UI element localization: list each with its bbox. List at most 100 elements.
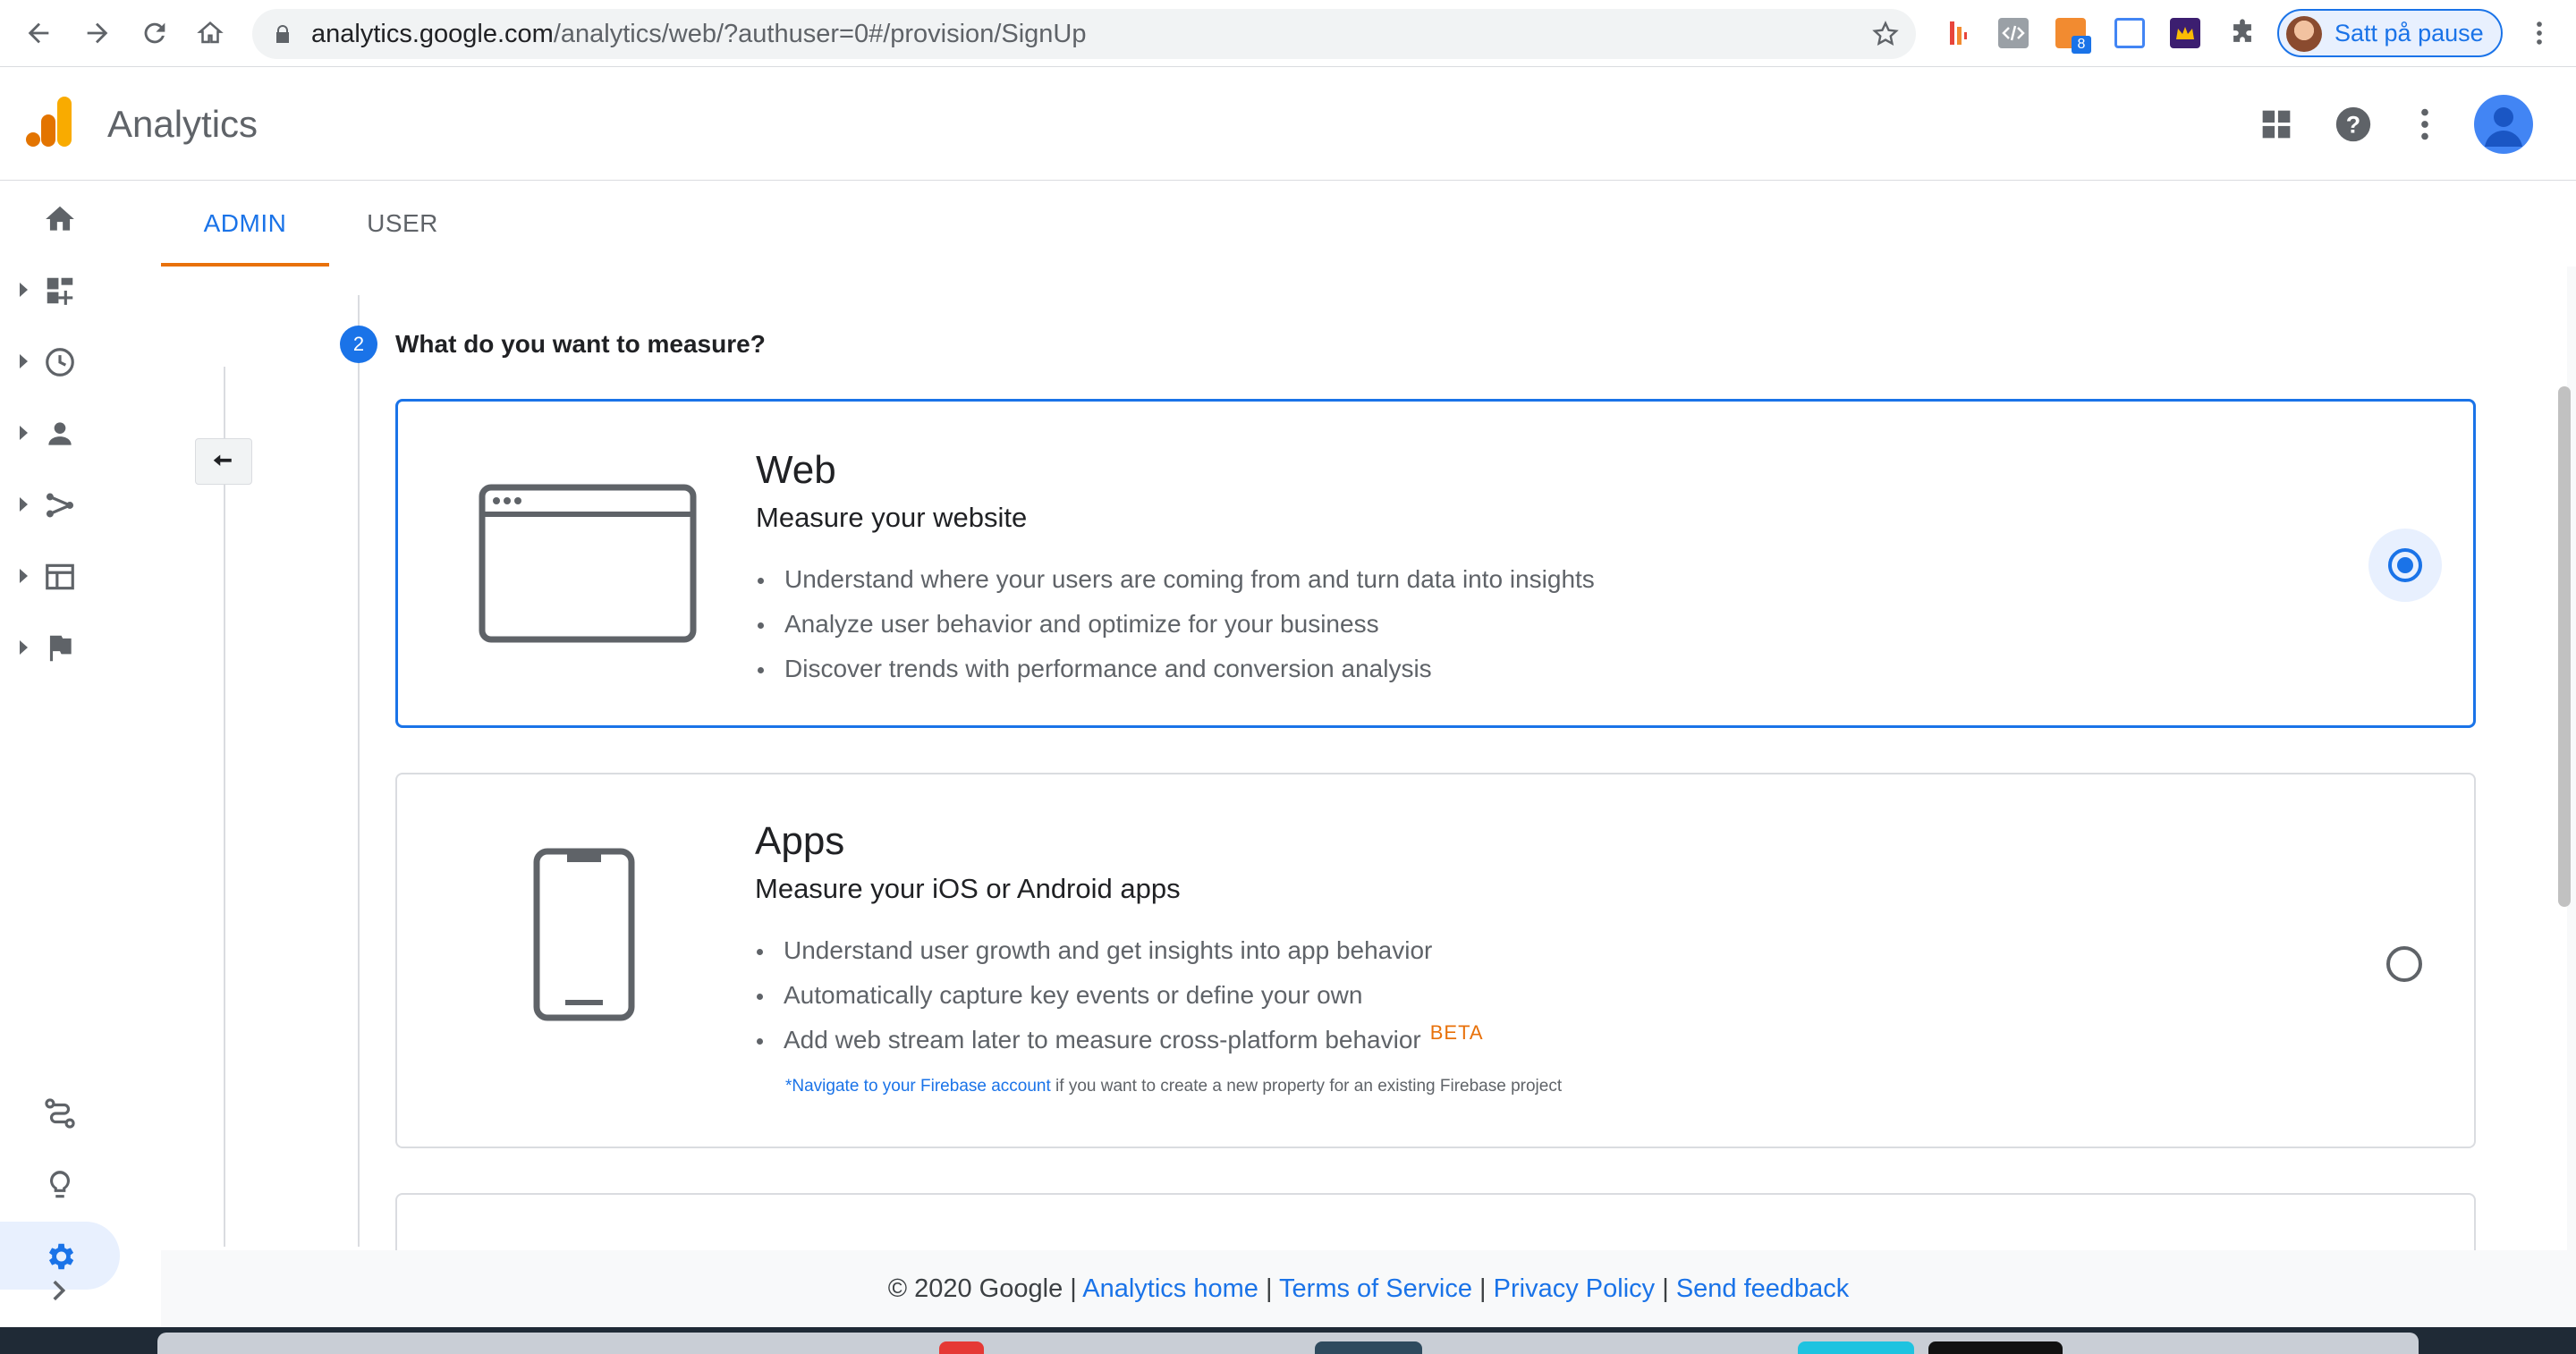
nav-realtime[interactable] [0, 327, 120, 395]
list-item: Analyze user behavior and optimize for y… [756, 602, 1595, 647]
nav-behavior[interactable] [0, 542, 120, 610]
help-icon[interactable]: ? [2333, 104, 2374, 145]
tab-admin[interactable]: ADMIN [161, 181, 329, 267]
apps-card-title: Apps [755, 819, 845, 863]
privacy-policy-link[interactable]: Privacy Policy [1494, 1274, 1656, 1303]
clock-icon [46, 348, 74, 377]
extension-red-icon[interactable] [1943, 18, 1973, 48]
nav-discover[interactable] [0, 1150, 120, 1218]
flag-icon [49, 635, 72, 662]
dock-app-icon[interactable] [1798, 1341, 1914, 1354]
profile-button[interactable]: Satt på pause [2277, 9, 2503, 57]
lightbulb-icon [50, 1171, 70, 1198]
acquisition-icon [46, 493, 74, 518]
extension-badge: 8 [2072, 36, 2091, 54]
web-benefits-list: Understand where your users are coming f… [756, 557, 1595, 691]
back-arrow-icon[interactable] [18, 13, 59, 54]
dock-app-icon[interactable] [939, 1341, 984, 1354]
attribution-icon [45, 1098, 75, 1129]
expand-caret-icon [20, 640, 28, 655]
step-number: 2 [340, 326, 377, 363]
nav-home[interactable] [0, 184, 120, 252]
home-page-icon[interactable] [190, 13, 231, 54]
web-option-card[interactable]: Web Measure your website Understand wher… [395, 399, 2476, 728]
extension-code-icon[interactable] [1998, 18, 2029, 48]
apps-radio-button[interactable] [2386, 946, 2422, 982]
footer: © 2020 Google | Analytics home | Terms o… [161, 1250, 2576, 1327]
expand-caret-icon [20, 283, 28, 297]
macos-dock [157, 1333, 2419, 1354]
extension-crown-icon[interactable] [2170, 18, 2200, 48]
person-icon [48, 422, 72, 445]
reload-icon[interactable] [134, 13, 175, 54]
dashboard-icon [47, 277, 73, 305]
back-button[interactable] [195, 438, 252, 485]
list-item-text: Add web stream later to measure cross-pl… [784, 1026, 1421, 1054]
smartphone-icon [533, 848, 635, 1021]
web-card-title: Web [756, 448, 836, 492]
send-feedback-link[interactable]: Send feedback [1676, 1274, 1849, 1303]
nav-conversions[interactable] [0, 614, 120, 681]
bookmark-star-icon[interactable] [1871, 20, 1900, 48]
beta-badge: BETA [1429, 1021, 1484, 1044]
apps-option-card[interactable]: Apps Measure your iOS or Android apps Un… [395, 773, 2476, 1148]
scrollbar-thumb[interactable] [2558, 386, 2571, 907]
dock-app-icon[interactable] [1315, 1341, 1422, 1354]
footer-copyright: © 2020 Google [887, 1274, 1063, 1303]
left-navigation [0, 181, 161, 1327]
expand-caret-icon [20, 426, 28, 440]
apps-grid-icon[interactable] [2256, 104, 2297, 145]
list-item: Automatically capture key events or defi… [755, 973, 1484, 1018]
browser-window-icon [479, 484, 697, 643]
tab-user[interactable]: USER [329, 181, 476, 267]
return-arrow-icon [213, 454, 232, 466]
nav-audience[interactable] [0, 399, 120, 467]
list-item: Add web stream later to measure cross-pl… [755, 1018, 1484, 1062]
gear-icon [48, 1243, 74, 1270]
behavior-icon [46, 563, 74, 590]
profile-label: Satt på pause [2334, 20, 2484, 47]
svg-text:?: ? [2346, 112, 2360, 139]
expand-caret-icon [20, 497, 28, 512]
url-text: analytics.google.com/analytics/web/?auth… [311, 20, 1087, 48]
nav-acquisition[interactable] [0, 470, 120, 538]
list-item: Understand user growth and get insights … [755, 928, 1484, 973]
browser-toolbar: analytics.google.com/analytics/web/?auth… [0, 0, 2576, 67]
apps-benefits-list: Understand user growth and get insights … [755, 928, 1484, 1062]
forward-arrow-icon[interactable] [77, 13, 118, 54]
home-icon [46, 206, 74, 231]
web-radio-button[interactable] [2368, 529, 2442, 602]
puzzle-extensions-icon[interactable] [2227, 18, 2258, 48]
firebase-note: *Navigate to your Firebase account if yo… [785, 1077, 1562, 1096]
radio-selected-icon [2388, 548, 2422, 582]
app-title: Analytics [107, 103, 258, 145]
lock-icon [276, 25, 289, 43]
admin-user-tabs: ADMIN USER [161, 181, 2576, 267]
step-title: What do you want to measure? [395, 330, 766, 358]
app-header: Analytics ? [0, 68, 2576, 181]
analytics-logo-icon[interactable] [25, 95, 75, 148]
account-avatar[interactable] [2474, 95, 2533, 154]
divider-line [224, 367, 225, 1247]
list-item: Understand where your users are coming f… [756, 557, 1595, 602]
analytics-home-link[interactable]: Analytics home [1082, 1274, 1258, 1303]
firebase-note-text: if you want to create a new property for… [1050, 1077, 1563, 1096]
address-bar[interactable]: analytics.google.com/analytics/web/?auth… [252, 9, 1916, 59]
more-vert-icon[interactable] [2404, 104, 2445, 145]
chrome-menu-icon[interactable] [2524, 18, 2555, 48]
terms-of-service-link[interactable]: Terms of Service [1279, 1274, 1472, 1303]
dock-app-icon[interactable] [1928, 1341, 2063, 1354]
extension-blue-icon[interactable] [2114, 18, 2145, 48]
expand-caret-icon [20, 569, 28, 583]
nav-customization[interactable] [0, 256, 120, 324]
apps-card-subtitle: Measure your iOS or Android apps [755, 873, 1181, 904]
expand-caret-icon [20, 354, 28, 368]
list-item: Discover trends with performance and con… [756, 647, 1595, 691]
nav-attribution[interactable] [0, 1079, 120, 1147]
web-card-subtitle: Measure your website [756, 502, 1028, 533]
profile-picture [2286, 16, 2322, 52]
stepper-line [358, 295, 360, 1247]
extension-orange-icon[interactable]: 8 [2055, 18, 2091, 54]
chevron-right-icon[interactable] [43, 1275, 73, 1306]
firebase-account-link[interactable]: *Navigate to your Firebase account [785, 1077, 1051, 1096]
